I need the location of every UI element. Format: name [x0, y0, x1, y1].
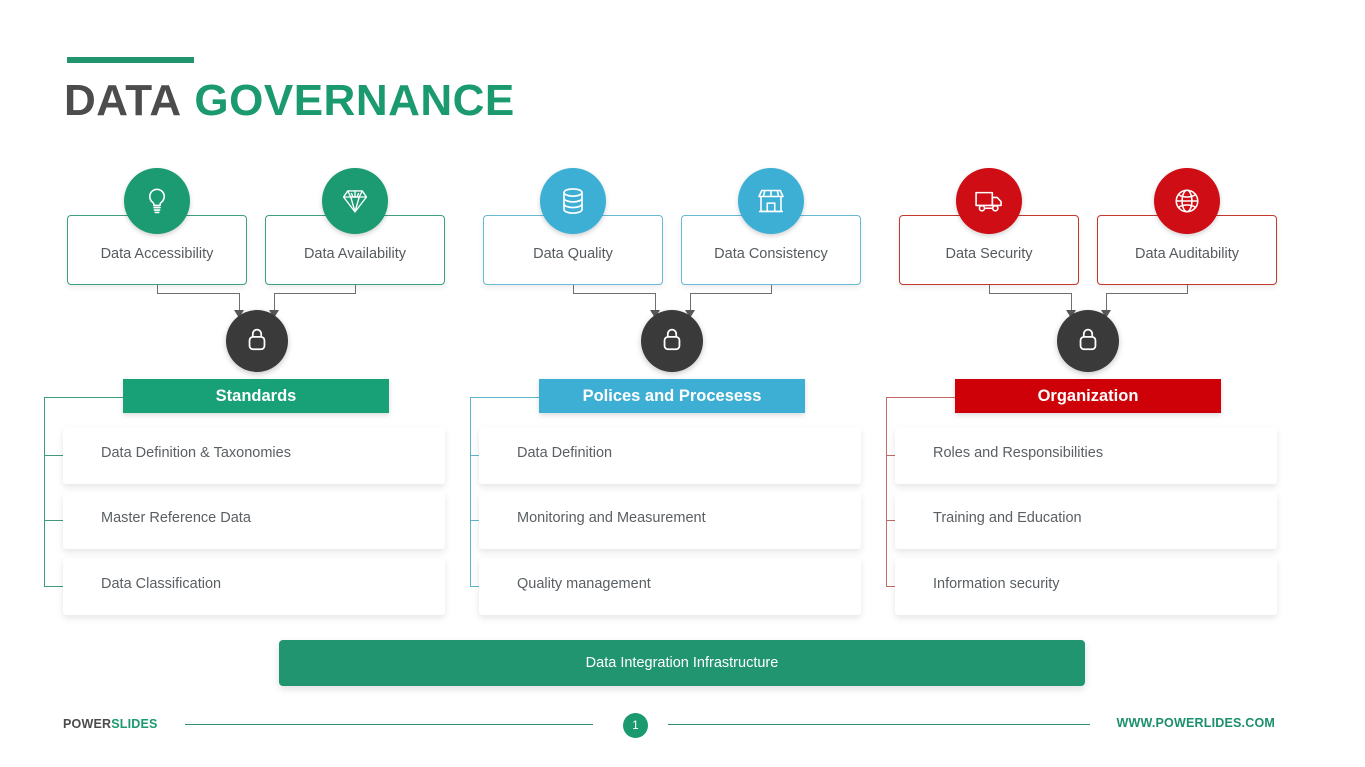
list-item[interactable]: Data Classification	[63, 558, 445, 615]
connector-line	[771, 285, 772, 293]
list-item-label: Data Classification	[101, 576, 222, 592]
database-icon	[559, 186, 587, 216]
page-number-badge: 1	[623, 713, 648, 738]
store-icon	[756, 187, 786, 215]
top-icon-circle-data-accessibility[interactable]	[124, 168, 190, 234]
list-item[interactable]: Data Definition	[479, 427, 861, 484]
lock-circle-polices-and-procesess[interactable]	[641, 310, 703, 372]
list-item[interactable]: Monitoring and Measurement	[479, 492, 861, 549]
footer-logo-part2: SLIDES	[111, 717, 158, 731]
list-item-label: Quality management	[517, 576, 651, 592]
padlock-icon	[1075, 325, 1101, 358]
footer-logo-part1: POWER	[63, 717, 112, 731]
connector-line	[157, 285, 158, 293]
slide-root: DATA GOVERNANCE Data Accessibility Data …	[0, 0, 1365, 767]
list-item-label: Monitoring and Measurement	[517, 510, 706, 526]
column-header-polices-and-procesess: Polices and Procesess	[539, 379, 805, 413]
padlock-icon	[244, 325, 270, 358]
connector-line	[690, 293, 772, 294]
top-card-label: Data Accessibility	[100, 246, 214, 262]
top-card-label: Data Security	[945, 246, 1033, 262]
spine-polices	[470, 397, 472, 587]
list-item[interactable]: Information security	[895, 558, 1277, 615]
list-item-label: Training and Education	[933, 510, 1082, 526]
connector-line	[355, 285, 356, 293]
connector-line	[573, 293, 655, 294]
page-title-part1: DATA	[64, 76, 182, 125]
truck-icon	[973, 187, 1005, 215]
list-item-label: Information security	[933, 576, 1060, 592]
page-title: DATA GOVERNANCE	[64, 72, 515, 130]
list-item[interactable]: Roles and Responsibilities	[895, 427, 1277, 484]
top-icon-circle-data-quality[interactable]	[540, 168, 606, 234]
list-item-label: Data Definition & Taxonomies	[101, 445, 291, 461]
footer-divider-left	[185, 724, 593, 726]
list-item-label: Master Reference Data	[101, 510, 251, 526]
top-card-label: Data Quality	[533, 246, 613, 262]
column-header-organization: Organization	[955, 379, 1221, 413]
spine-standards	[44, 397, 46, 587]
globe-icon	[1172, 186, 1202, 216]
lightbulb-icon	[142, 186, 172, 216]
list-item[interactable]: Training and Education	[895, 492, 1277, 549]
connector-line	[573, 285, 574, 293]
connector-line	[989, 285, 990, 293]
lock-circle-organization[interactable]	[1057, 310, 1119, 372]
footer-url: WWW.POWERLIDES.COM	[1116, 716, 1275, 730]
connector-line	[274, 293, 356, 294]
lock-circle-standards[interactable]	[226, 310, 288, 372]
padlock-icon	[659, 325, 685, 358]
list-item[interactable]: Data Definition & Taxonomies	[63, 427, 445, 484]
connector-line	[1106, 293, 1188, 294]
page-title-part2: GOVERNANCE	[194, 76, 515, 125]
connector-line	[1187, 285, 1188, 293]
footer-divider-right	[668, 724, 1090, 726]
title-accent-rule	[67, 57, 194, 63]
top-icon-circle-data-auditability[interactable]	[1154, 168, 1220, 234]
list-item-label: Roles and Responsibilities	[933, 445, 1104, 461]
top-icon-circle-data-consistency[interactable]	[738, 168, 804, 234]
spine-organization	[886, 397, 888, 587]
top-card-label: Data Consistency	[714, 246, 828, 262]
top-card-label: Data Auditability	[1135, 246, 1239, 262]
top-icon-circle-data-availability[interactable]	[322, 168, 388, 234]
connector-line	[989, 293, 1071, 294]
column-header-standards: Standards	[123, 379, 389, 413]
footer-logo: POWERSLIDES	[63, 717, 158, 731]
top-card-label: Data Availability	[303, 246, 407, 262]
list-item-label: Data Definition	[517, 445, 613, 461]
connector-line	[157, 293, 239, 294]
list-item[interactable]: Quality management	[479, 558, 861, 615]
spine-top-standards	[44, 397, 132, 399]
bottom-bar-label: Data Integration Infrastructure	[585, 655, 779, 671]
bottom-bar-data-integration-infrastructure[interactable]: Data Integration Infrastructure	[279, 640, 1085, 686]
list-item[interactable]: Master Reference Data	[63, 492, 445, 549]
top-icon-circle-data-security[interactable]	[956, 168, 1022, 234]
diamond-icon	[339, 186, 371, 216]
